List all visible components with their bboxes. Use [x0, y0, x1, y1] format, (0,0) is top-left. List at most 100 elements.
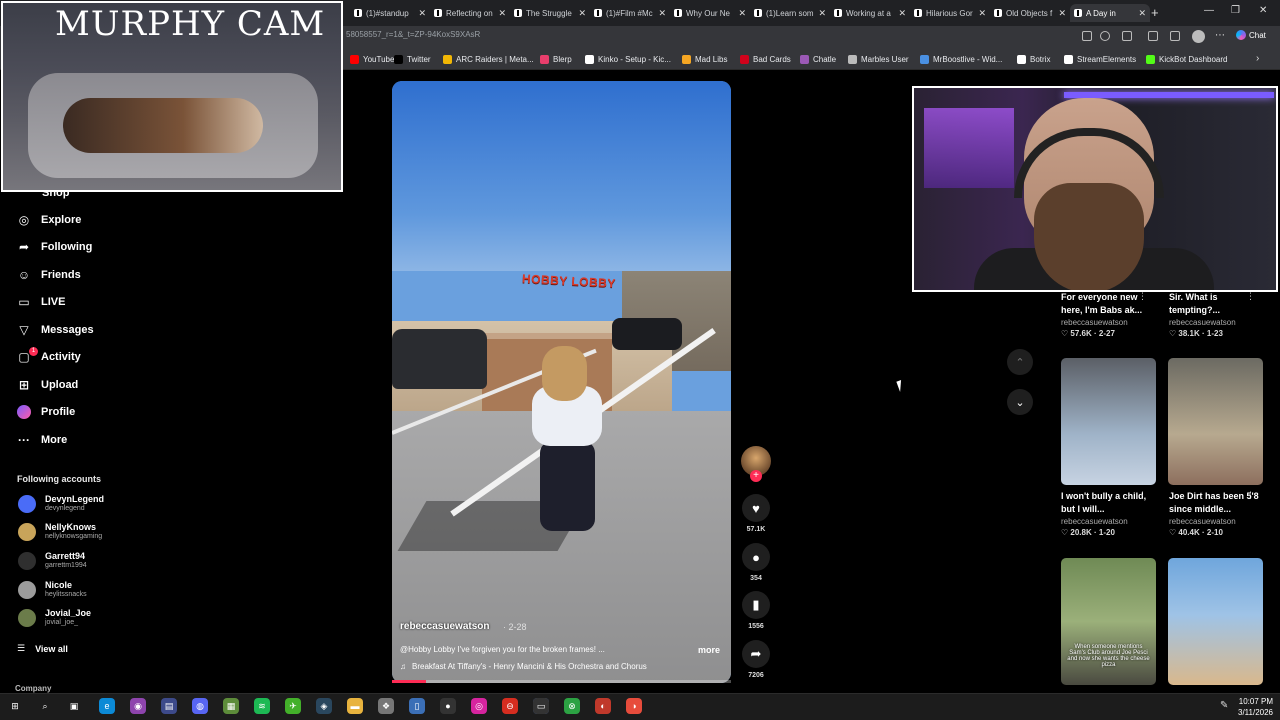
bookmark-item[interactable]: MrBoostlive - Wid... [920, 55, 1002, 64]
sidebar-item-more[interactable]: ··· More [17, 433, 67, 447]
sidebar-item-friends[interactable]: ☺ Friends [17, 268, 81, 282]
kebab-menu-icon[interactable]: ⋮ [1138, 291, 1147, 302]
browser-tab[interactable]: Why Our Ne ✕ [670, 4, 750, 22]
close-icon[interactable]: ✕ [978, 8, 986, 19]
terminal-icon[interactable]: ▭ [533, 698, 549, 714]
bookmark-item[interactable]: Mad Libs [682, 55, 727, 64]
pen-icon[interactable]: ✎ [1220, 700, 1228, 711]
close-icon[interactable]: ✕ [578, 8, 586, 19]
caption-more-button[interactable]: more [698, 645, 720, 655]
bookmarks-overflow-icon[interactable]: › [1256, 53, 1259, 64]
video-player[interactable]: HOBBY LOBBY [392, 81, 731, 683]
search-icon[interactable]: ⌕ [37, 698, 53, 714]
kebab-menu-icon[interactable]: ⋮ [1246, 291, 1255, 302]
following-account[interactable]: Garrett94 garrettm1994 [18, 551, 87, 570]
sidebar-item-live[interactable]: ▭ LIVE [17, 295, 65, 309]
comment-action[interactable]: ● 354 [741, 543, 771, 582]
minimize-icon[interactable]: — [1204, 5, 1214, 16]
close-icon[interactable]: ✕ [818, 8, 826, 19]
browser-tab[interactable]: Old Objects f ✕ [990, 4, 1070, 22]
favorites-icon[interactable] [1170, 31, 1180, 41]
video-thumbnail[interactable] [1168, 358, 1263, 485]
app-red-icon[interactable]: ⊖ [502, 698, 518, 714]
bookmark-item[interactable]: Blerp [540, 55, 572, 64]
next-video-button[interactable]: ⌄ [1007, 389, 1033, 415]
sidebar-item-following[interactable]: ➦ Following [17, 240, 92, 254]
sidebar-item-messages[interactable]: ▽ Messages [17, 323, 93, 337]
app-icon[interactable]: ▤ [161, 698, 177, 714]
app-redb-icon[interactable]: ◐ [595, 698, 611, 714]
obs-icon[interactable]: ● [440, 698, 456, 714]
flask-icon[interactable] [1148, 31, 1158, 41]
windows-start-icon[interactable]: ⊞ [7, 698, 23, 714]
folder-icon[interactable]: ▬ [347, 698, 363, 714]
follow-plus-button[interactable]: + [750, 470, 762, 482]
following-account[interactable]: DevynLegend devynlegend [18, 494, 104, 513]
close-window-icon[interactable]: ✕ [1259, 5, 1267, 16]
sidebar-item-activity[interactable]: ▢ Activity [17, 350, 80, 364]
sidebar-item-explore[interactable]: ◎ Explore [17, 213, 82, 227]
close-icon[interactable]: ✕ [658, 8, 666, 19]
task-view-icon[interactable]: ▣ [66, 698, 82, 714]
video-thumbnail[interactable] [1168, 558, 1263, 685]
chrome-icon[interactable]: ◉ [130, 698, 146, 714]
xbox-icon[interactable]: ⊗ [564, 698, 580, 714]
video-thumbnail[interactable] [1061, 358, 1156, 485]
bookmark-item[interactable]: Bad Cards [740, 55, 791, 64]
sidebar-item-upload[interactable]: ⊞ Upload [17, 378, 78, 392]
close-icon[interactable]: ✕ [418, 8, 426, 19]
video-music[interactable]: ♫ Breakfast At Tiffany's - Henry Mancini … [400, 662, 647, 671]
close-icon[interactable]: ✕ [1058, 8, 1066, 19]
app-white-icon[interactable]: ❖ [378, 698, 394, 714]
discord-icon[interactable]: ◍ [192, 698, 208, 714]
minecraft-icon[interactable]: ▦ [223, 698, 239, 714]
edge-icon[interactable]: e [99, 698, 115, 714]
video-card[interactable]: Joe Dirt has been 5'8 since middle... ⋮ re… [1169, 490, 1265, 537]
bookmark-item[interactable]: KickBot Dashboard [1146, 55, 1227, 64]
app-green-icon[interactable]: ✈ [285, 698, 301, 714]
video-card[interactable]: I won't bully a child, but I will... ⋮ reb… [1061, 490, 1157, 537]
bookmark-item[interactable]: Marbles User [848, 55, 909, 64]
steam-icon[interactable]: ◈ [316, 698, 332, 714]
bookmark-item[interactable]: Chatle [800, 55, 836, 64]
new-tab-button[interactable]: + [1151, 5, 1159, 20]
extensions-icon[interactable] [1082, 31, 1092, 41]
browser-profile-avatar[interactable] [1192, 30, 1205, 43]
browser-tab[interactable]: (1)Learn som ✕ [750, 4, 830, 22]
chat-button[interactable]: Chat [1236, 30, 1266, 40]
app-redc-icon[interactable]: ◑ [626, 698, 642, 714]
spotify-icon[interactable]: ≋ [254, 698, 270, 714]
bookmark-item[interactable]: ARC Raiders | Meta... [443, 55, 534, 64]
company-link[interactable]: Company [15, 684, 51, 693]
bookmark-star-icon[interactable] [1100, 31, 1110, 41]
url-field[interactable]: 58058557_r=1&_t=ZP-94KoxS9XAsR [346, 30, 480, 39]
close-icon[interactable]: ✕ [498, 8, 506, 19]
bookmark-item[interactable]: Botrix [1017, 55, 1050, 64]
browser-tab[interactable]: A Day in ✕ [1070, 4, 1150, 22]
video-card[interactable]: For everyone new here, I'm Babs ak... ⋮ re… [1061, 291, 1157, 338]
browser-tab[interactable]: Hilarious Gor ✕ [910, 4, 990, 22]
browser-tab[interactable]: Working at a ✕ [830, 4, 910, 22]
video-author[interactable]: rebeccasuewatson [400, 621, 490, 632]
browser-tab[interactable]: (1)#standup ✕ [350, 4, 430, 22]
notepad-icon[interactable]: ▯ [409, 698, 425, 714]
view-all-link[interactable]: ☰ View all [17, 643, 68, 654]
bookmark-item[interactable]: StreamElements [1064, 55, 1136, 64]
menu-dots-icon[interactable]: ⋯ [1215, 30, 1225, 41]
kebab-menu-icon[interactable]: ⋮ [1246, 490, 1255, 501]
close-icon[interactable]: ✕ [738, 8, 746, 19]
kebab-menu-icon[interactable]: ⋮ [1138, 490, 1147, 501]
bookmark-item[interactable]: YouTube [350, 55, 394, 64]
following-account[interactable]: Jovial_Joe jovial_joe_ [18, 608, 91, 627]
video-card[interactable]: Sir. What is tempting?... ⋮ rebeccasuewats… [1169, 291, 1265, 338]
sidebar-item-profile[interactable]: Profile [17, 405, 75, 419]
following-account[interactable]: Nicole heylitssnacks [18, 580, 87, 599]
previous-video-button[interactable]: ⌃ [1007, 349, 1033, 375]
close-icon[interactable]: ✕ [898, 8, 906, 19]
instagram-icon[interactable]: ◎ [471, 698, 487, 714]
browser-tab[interactable]: (1)#Film #Mc ✕ [590, 4, 670, 22]
bookmark-item[interactable]: Kinko - Setup - Kic... [585, 55, 671, 64]
following-account[interactable]: NellyKnows nellyknowsgaming [18, 522, 102, 541]
share-action[interactable]: ➦ 7206 [741, 640, 771, 679]
video-thumbnail[interactable]: When someone mentions Sam's Club around … [1061, 558, 1156, 685]
